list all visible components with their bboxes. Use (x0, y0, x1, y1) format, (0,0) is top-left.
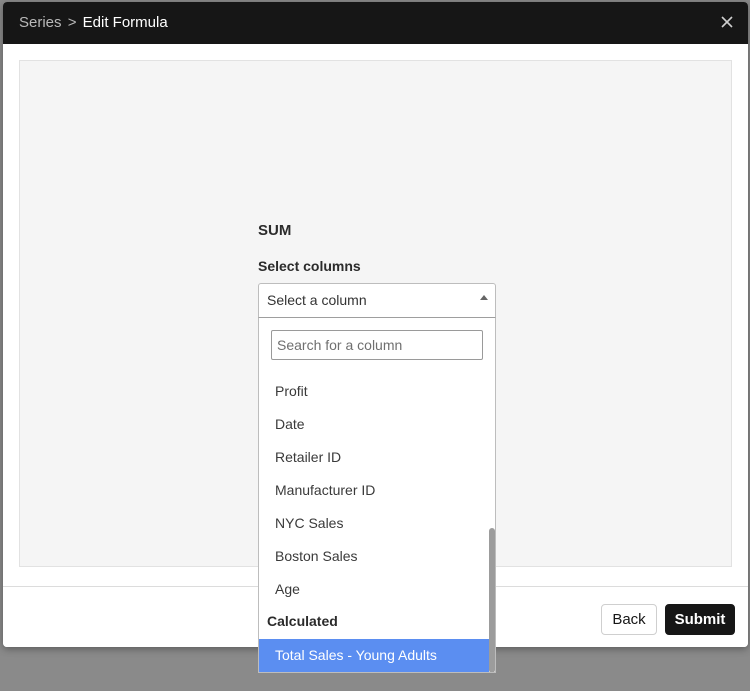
column-option-date[interactable]: Date (275, 416, 305, 432)
column-select-value: Select a column (267, 292, 367, 308)
breadcrumb-edit-formula: Edit Formula (82, 14, 168, 31)
column-search-input[interactable] (271, 330, 483, 360)
caret-up-icon (480, 295, 488, 300)
column-option-age[interactable]: Age (275, 581, 300, 597)
column-option-manufacturer-id[interactable]: Manufacturer ID (275, 482, 375, 498)
column-option-nyc-sales[interactable]: NYC Sales (275, 515, 343, 531)
column-option-profit[interactable]: Profit (275, 383, 308, 399)
breadcrumb-series[interactable]: Series (19, 14, 62, 31)
column-option-boston-sales[interactable]: Boston Sales (275, 548, 358, 564)
column-option-total-sales-young-adults[interactable]: Total Sales - Young Adults (259, 639, 489, 672)
breadcrumb-separator: > (67, 14, 77, 31)
column-select[interactable]: Select a column (258, 283, 496, 318)
back-button[interactable]: Back (601, 604, 657, 635)
group-label-calculated: Calculated (267, 613, 338, 629)
select-columns-label: Select columns (258, 258, 361, 274)
column-option-retailer-id[interactable]: Retailer ID (275, 449, 341, 465)
close-icon[interactable] (718, 13, 736, 31)
breadcrumb: Series > Edit Formula (19, 14, 168, 32)
column-dropdown: Profit Date Retailer ID Manufacturer ID … (258, 317, 496, 673)
submit-button[interactable]: Submit (665, 604, 735, 635)
dropdown-scrollbar[interactable] (489, 528, 495, 672)
dialog-header: Series > Edit Formula (3, 2, 748, 44)
function-name: SUM (258, 222, 292, 239)
